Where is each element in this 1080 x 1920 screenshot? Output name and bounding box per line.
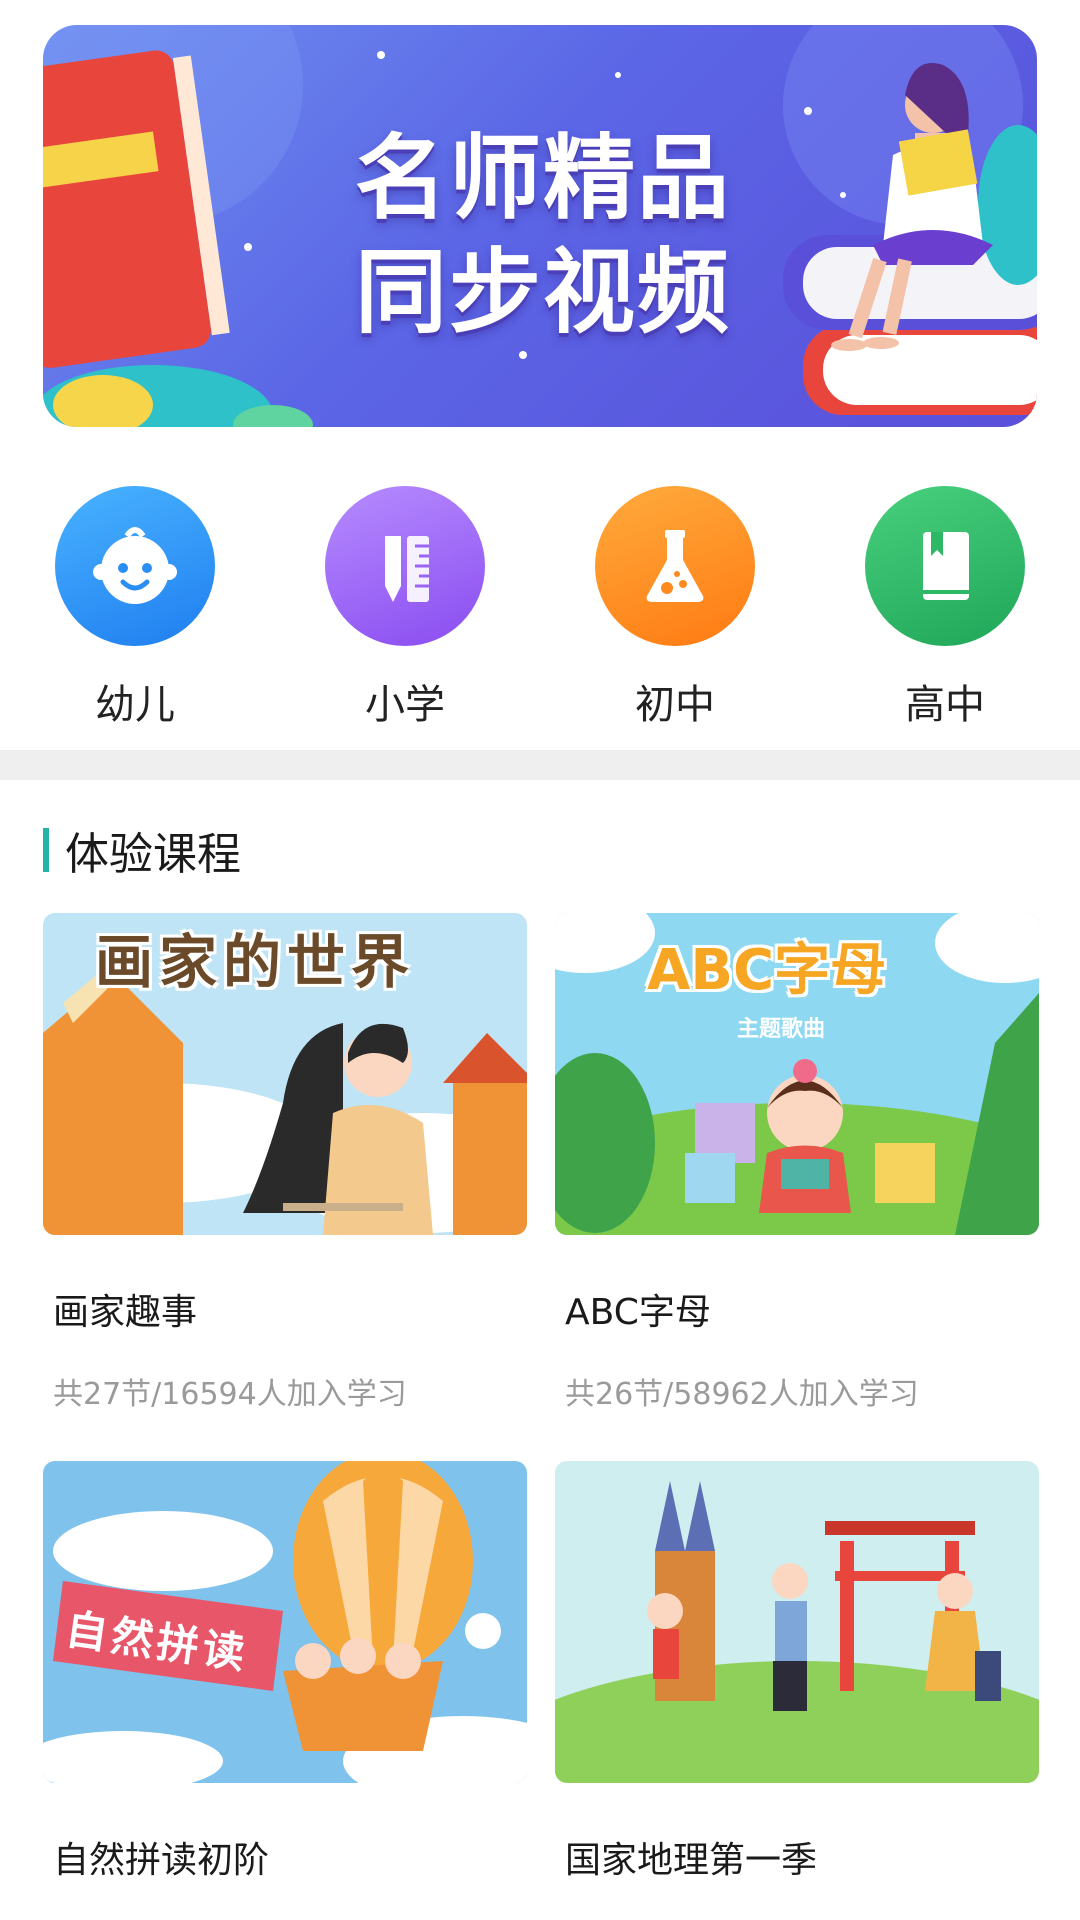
course-card[interactable]: 自然拼读 自然拼读初阶	[43, 1461, 527, 1917]
course-thumbnail: 自然拼读	[43, 1461, 527, 1783]
course-name: 国家地理第一季	[565, 1840, 818, 1881]
banner-title-line2: 同步视频	[354, 239, 731, 346]
course-meta: 共27节/16594人加入学习	[53, 1377, 407, 1412]
course-card[interactable]: 国家地理第一季	[555, 1461, 1039, 1917]
course-thumbnail: ABC字母 主题歌曲	[555, 913, 1039, 1235]
category-label: 高中	[905, 682, 985, 728]
course-name: 自然拼读初阶	[53, 1840, 270, 1881]
category-infant[interactable]: 幼儿	[55, 486, 215, 730]
category-label: 幼儿	[95, 682, 175, 728]
course-card[interactable]: 画家的世界 画家趣事 共27节/16594人加入学习	[43, 913, 527, 1413]
section-title: 体验课程	[65, 829, 241, 880]
category-label: 小学	[365, 682, 445, 728]
category-label: 初中	[635, 682, 715, 728]
category-junior-high[interactable]: 初中	[595, 486, 755, 730]
promo-banner[interactable]: 名师精品 同步视频	[43, 25, 1037, 427]
course-name: ABC字母	[565, 1292, 711, 1333]
section-divider	[0, 750, 1080, 780]
banner-title-line1: 名师精品	[354, 125, 731, 232]
pencil-ruler-icon	[325, 486, 485, 646]
course-name: 画家趣事	[53, 1292, 198, 1333]
thumbnail-title: ABC字母	[647, 938, 887, 1003]
course-card[interactable]: ABC字母 主题歌曲 ABC字母 共26节/58962人加入学习	[555, 913, 1039, 1413]
section-accent-bar	[43, 828, 49, 872]
course-thumbnail: 画家的世界	[43, 913, 527, 1235]
flask-icon	[595, 486, 755, 646]
baby-face-icon	[55, 486, 215, 646]
thumbnail-title: 画家的世界	[95, 928, 416, 996]
section-header: 体验课程	[43, 822, 241, 880]
category-primary[interactable]: 小学	[325, 486, 485, 730]
course-meta: 共26节/58962人加入学习	[565, 1377, 919, 1412]
category-senior-high[interactable]: 高中	[865, 486, 1025, 730]
course-thumbnail	[555, 1461, 1039, 1783]
thumbnail-subtitle: 主题歌曲	[737, 1017, 826, 1042]
book-icon	[865, 486, 1025, 646]
